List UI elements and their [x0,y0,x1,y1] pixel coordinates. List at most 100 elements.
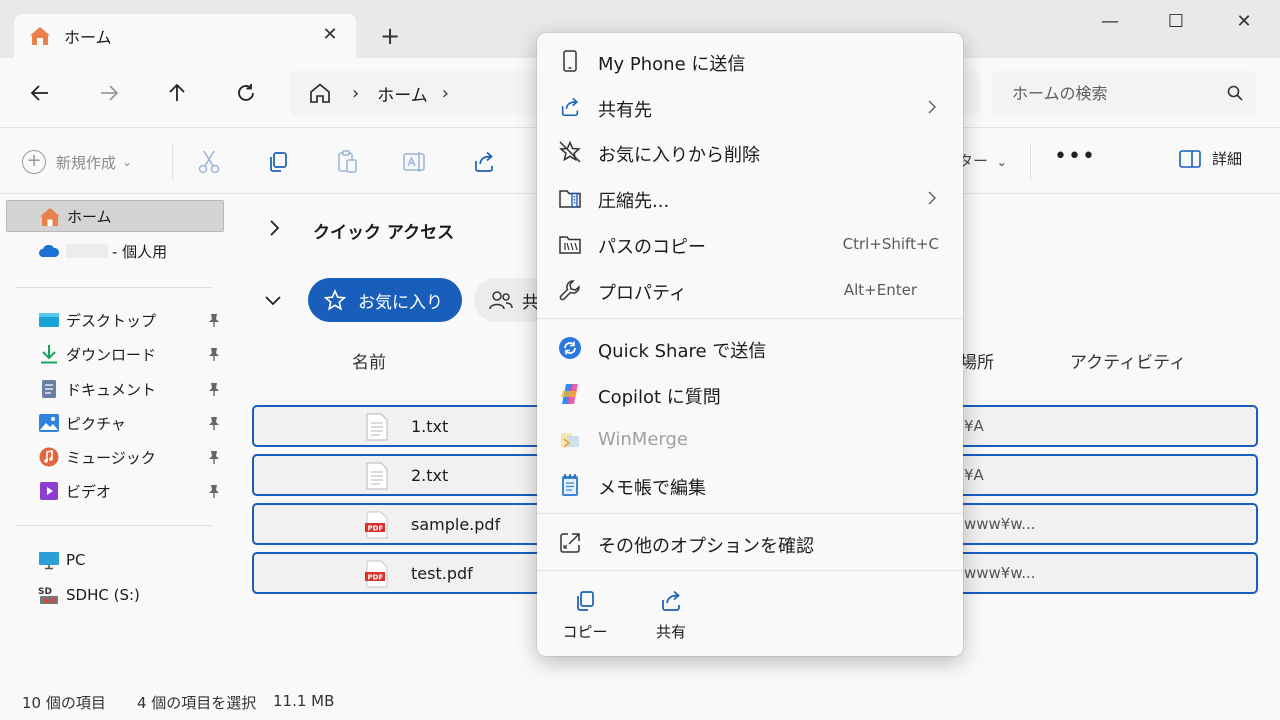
more-button[interactable]: ••• [1054,144,1096,169]
refresh-button[interactable] [230,77,262,109]
forward-button[interactable] [93,77,125,109]
sidebar-item-pc[interactable]: PC [6,544,224,576]
details-button[interactable]: 詳細 [1178,148,1242,169]
sidebar-item-sdhc[interactable]: SD HC SDHC (S:) [6,579,224,611]
close-window-button[interactable]: ✕ [1224,8,1264,36]
pin-icon[interactable] [208,382,220,396]
pin-icon[interactable] [208,347,220,361]
tab-close-button[interactable]: ✕ [318,23,342,47]
pictures-icon [39,414,59,432]
cut-button[interactable] [195,148,223,176]
quick-action-label: コピー [562,623,608,641]
chevron-down-icon[interactable] [264,294,282,308]
quick-action-label: 共有 [655,623,686,641]
menu-item-shortcut: Ctrl+Shift+C [842,235,939,253]
quick-access-heading[interactable]: クイック アクセス [313,218,454,243]
file-location: ¥A [964,417,984,435]
chevron-right-icon [928,100,937,114]
new-tab-button[interactable]: + [376,22,404,50]
sidebar-item-label: デスクトップ [66,311,157,330]
menu-item-shortcut: Alt+Enter [843,281,917,299]
pin-icon[interactable] [208,416,220,430]
favorites-filter-pill[interactable]: お気に入り [308,278,462,322]
status-bar: 10 個の項目 4 個の項目を選択 11.1 MB [0,682,1280,720]
sidebar-item-label: PC [66,551,86,569]
pin-icon[interactable] [208,484,220,498]
svg-text:SD: SD [38,587,52,597]
sidebar-item-music[interactable]: ミュージック [6,441,224,473]
breadcrumb-home[interactable]: ホーム [377,81,428,106]
menu-item-share-to[interactable]: 共有先 [543,86,957,128]
tab-title: ホーム [64,28,112,47]
quick-action-copy[interactable]: コピー [555,585,615,645]
share-icon [561,97,579,117]
menu-item-send-to-my-phone[interactable]: My Phone に送信 [543,40,957,82]
pdf-file-icon: PDF [365,511,388,539]
new-label: 新規作成 [56,153,117,172]
share-icon [475,151,493,172]
file-location: www¥w... [964,515,1036,533]
sidebar-item-label: ダウンロード [66,345,157,364]
star-remove-icon [559,140,581,163]
sidebar-item-downloads[interactable]: ダウンロード [6,338,224,370]
sidebar-item-desktop[interactable]: デスクトップ [6,304,224,336]
chevron-right-icon[interactable] [266,220,282,236]
menu-separator [537,513,963,514]
menu-item-properties[interactable]: プロパティ Alt+Enter [543,269,957,311]
sidebar-item-pictures[interactable]: ピクチャ [6,407,224,439]
videos-icon [40,482,58,500]
up-button[interactable] [161,77,193,109]
home-icon [40,208,60,226]
home-icon [30,27,50,45]
maximize-button[interactable]: ☐ [1156,8,1196,36]
tab-home[interactable]: ホーム ✕ [14,14,356,58]
notepad-icon [562,474,578,496]
sidebar-item-home[interactable]: ホーム [6,200,224,232]
chevron-down-icon: ⌄ [122,155,133,169]
sidebar-item-documents[interactable]: ドキュメント [6,373,224,405]
back-button[interactable] [24,77,56,109]
documents-icon [42,380,56,398]
pin-icon[interactable] [208,313,220,327]
details-label: 詳細 [1212,150,1243,168]
column-header-location[interactable]: 場所 [960,348,994,373]
menu-item-remove-from-favorites[interactable]: お気に入りから削除 [543,131,957,173]
phone-icon [563,50,577,72]
sidebar-item-videos[interactable]: ビデオ [6,475,224,507]
sidebar-item-onedrive[interactable]: - 個人用 [6,235,224,267]
paste-button[interactable] [333,148,361,176]
search-input[interactable] [992,71,1256,115]
rename-button[interactable] [401,148,429,176]
text-file-icon [366,462,388,490]
column-header-name[interactable]: 名前 [352,348,386,373]
copilot-icon [561,384,578,404]
onedrive-cloud-icon [39,244,60,257]
menu-item-edit-in-notepad[interactable]: メモ帳で編集 [543,464,957,506]
sidebar-item-label: ミュージック [66,448,156,467]
copy-icon [270,152,287,172]
filter-button[interactable]: ター ⌄ [958,150,1007,171]
details-pane-icon [1179,149,1201,168]
copy-button[interactable] [264,148,292,176]
menu-item-label: 共有先 [598,100,652,121]
menu-item-copilot[interactable]: Copilot に質問 [543,373,957,415]
file-location: ¥A [964,466,984,484]
menu-item-compress-to[interactable]: 圧縮先... [543,177,957,219]
new-button[interactable]: + 新規作成 ⌄ [22,148,132,176]
divider [16,287,212,288]
column-header-activity[interactable]: アクティビティ [1070,348,1186,373]
selection-size: 11.1 MB [273,692,335,710]
people-icon [489,291,513,310]
menu-item-quick-share[interactable]: Quick Share で送信 [543,327,957,369]
minimize-button[interactable]: — [1090,8,1130,36]
star-icon [324,289,346,311]
menu-item-copy-path[interactable]: パスのコピー Ctrl+Shift+C [543,223,957,265]
pc-icon [39,552,59,570]
breadcrumb-separator: › [352,82,360,104]
share-button[interactable] [470,148,498,176]
pin-icon[interactable] [208,450,220,464]
quick-action-share[interactable]: 共有 [641,585,701,645]
breadcrumb-separator[interactable]: › [442,83,449,104]
winmerge-icon [561,433,579,448]
menu-item-show-more-options[interactable]: その他のオプションを確認 [543,522,957,564]
